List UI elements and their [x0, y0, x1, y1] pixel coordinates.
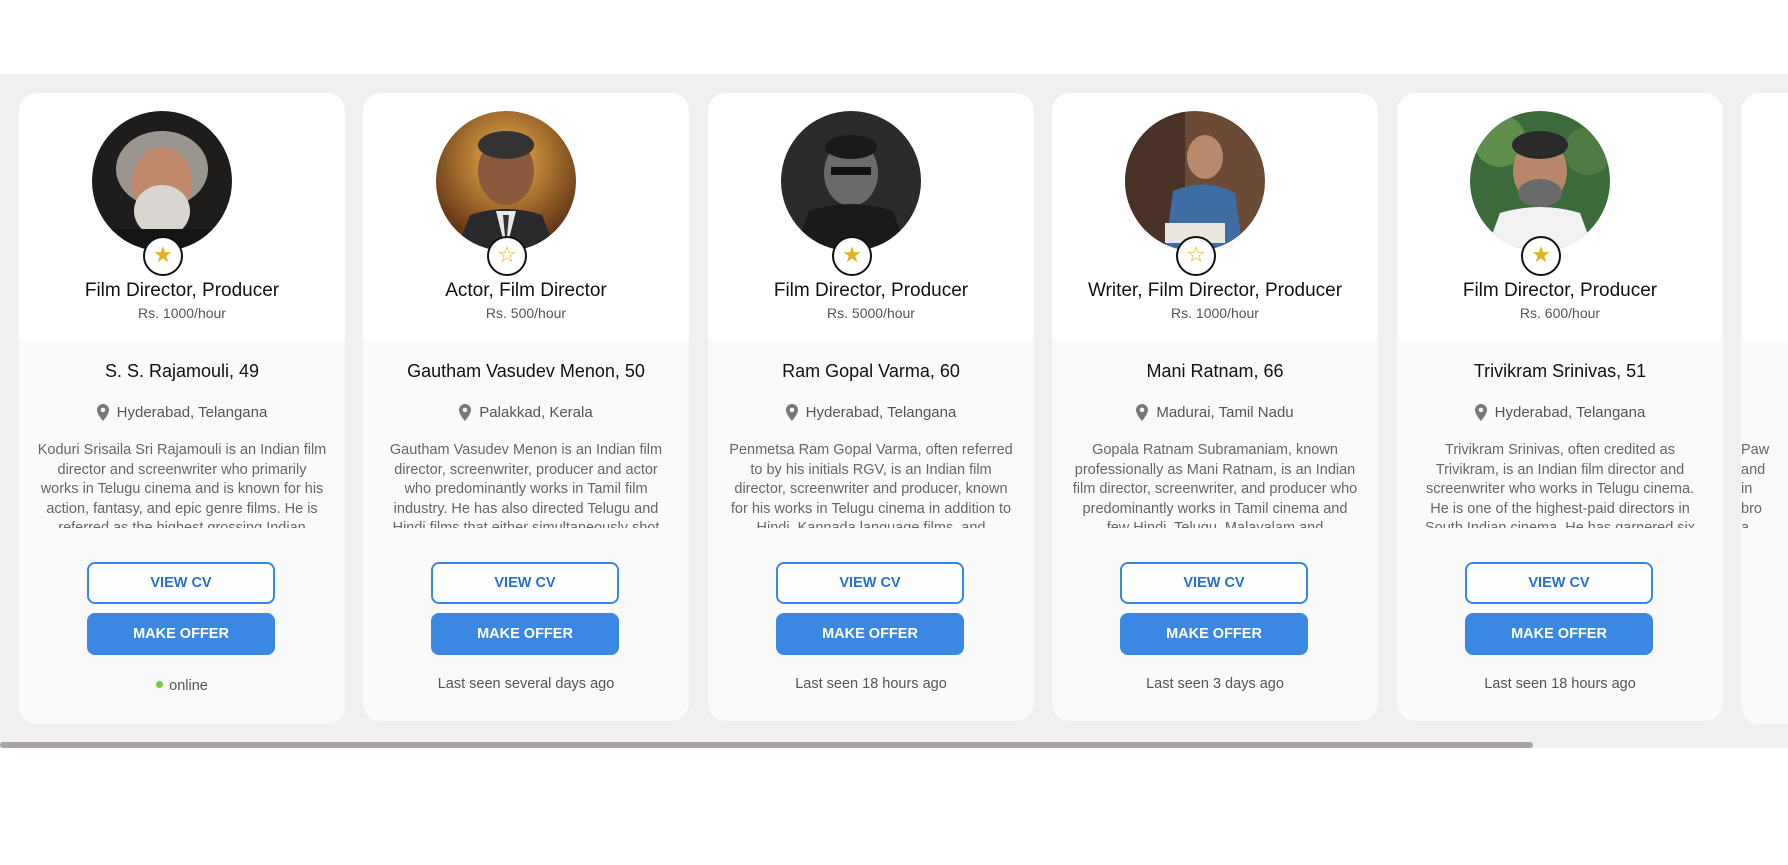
last-seen-status: Last seen 3 days ago	[1146, 676, 1284, 692]
map-pin-icon	[1136, 404, 1149, 421]
status-text: online	[169, 678, 208, 694]
avatar-photo	[781, 111, 921, 251]
make-offer-button[interactable]: MAKE OFFER	[776, 613, 964, 655]
card-header	[1741, 93, 1788, 340]
location-text: Madurai, Tamil Nadu	[1156, 404, 1294, 421]
map-pin-icon	[1474, 404, 1487, 421]
location-text: Hyderabad, Telangana	[116, 404, 268, 421]
favorite-star-icon[interactable]: ★	[143, 236, 183, 276]
map-pin-icon	[785, 404, 798, 421]
avatar[interactable]	[1470, 111, 1610, 251]
view-cv-button[interactable]: VIEW CV	[776, 562, 964, 604]
profession: Actor, Film Director	[445, 280, 607, 301]
view-cv-button[interactable]: VIEW CV	[1120, 562, 1308, 604]
map-pin-icon	[96, 404, 109, 421]
bio: Paw and in bro a	[1741, 442, 1770, 528]
make-offer-button[interactable]: MAKE OFFER	[431, 613, 619, 655]
profession: Writer, Film Director, Producer	[1087, 280, 1343, 301]
location: Madurai, Tamil Nadu	[1052, 404, 1378, 421]
profession: Film Director, Producer	[1462, 280, 1658, 301]
favorite-star-icon[interactable]: ☆	[1176, 236, 1216, 276]
last-seen-status: Last seen several days ago	[437, 676, 615, 692]
avatar-photo	[436, 111, 576, 251]
profile-card: ★ Film Director, Producer Rs. 5000/hour …	[708, 93, 1034, 721]
avatar[interactable]	[781, 111, 921, 251]
carousel-track: ★ Film Director, Producer Rs. 1000/hour …	[19, 93, 1788, 724]
bio: Gautham Vasudev Menon is an Indian film …	[389, 442, 663, 528]
location-text: Hyderabad, Telangana	[805, 404, 957, 421]
hourly-rate: Rs. 1000/hour	[1171, 305, 1259, 321]
bio: Trivikram Srinivas, often credited as Tr…	[1424, 442, 1696, 528]
profile-card: ★ Film Director, Producer Rs. 600/hour T…	[1397, 93, 1723, 721]
location-text: Hyderabad, Telangana	[1494, 404, 1646, 421]
last-seen-status: Last seen 18 hours ago	[1484, 676, 1636, 692]
profile-card: ☆ Writer, Film Director, Producer Rs. 10…	[1052, 93, 1378, 721]
location: Palakkad, Kerala	[363, 404, 689, 421]
person-name: Gautham Vasudev Menon, 50	[407, 361, 645, 381]
location-text: Palakkad, Kerala	[479, 404, 593, 421]
avatar[interactable]	[1125, 111, 1265, 251]
person-name: Mani Ratnam, 66	[1146, 361, 1284, 381]
make-offer-button[interactable]: MAKE OFFER	[87, 613, 275, 655]
person-name: S. S. Rajamouli, 49	[104, 361, 260, 381]
profession: Film Director, Producer	[84, 280, 280, 301]
location: Hyderabad, Telangana	[1397, 404, 1723, 421]
view-cv-button[interactable]: VIEW CV	[87, 562, 275, 604]
bio: Gopala Ratnam Subramaniam, known profess…	[1072, 442, 1358, 528]
bio: Penmetsa Ram Gopal Varma, often referred…	[729, 442, 1013, 528]
make-offer-button[interactable]: MAKE OFFER	[1465, 613, 1653, 655]
person-name: Trivikram Srinivas, 51	[1473, 361, 1647, 381]
map-pin-icon	[459, 404, 472, 421]
profile-card: Paw and in bro a	[1741, 93, 1788, 724]
profession: Film Director, Producer	[773, 280, 969, 301]
favorite-star-icon[interactable]: ★	[832, 236, 872, 276]
avatar-photo	[92, 111, 232, 251]
last-seen-status: Last seen 18 hours ago	[795, 676, 947, 692]
hourly-rate: Rs. 600/hour	[1519, 305, 1601, 321]
bio: Koduri Srisaila Sri Rajamouli is an Indi…	[37, 442, 327, 528]
person-name: Ram Gopal Varma, 60	[782, 361, 960, 381]
avatar[interactable]	[92, 111, 232, 251]
online-dot-icon	[156, 680, 164, 688]
avatar-photo	[1125, 111, 1265, 251]
profiles-carousel: ★ Film Director, Producer Rs. 1000/hour …	[0, 74, 1788, 747]
location: Hyderabad, Telangana	[708, 404, 1034, 421]
profile-card: ★ Film Director, Producer Rs. 1000/hour …	[19, 93, 345, 724]
avatar-photo	[1470, 111, 1610, 251]
avatar[interactable]	[436, 111, 576, 251]
horizontal-scrollbar-thumb[interactable]	[0, 742, 1533, 748]
favorite-star-icon[interactable]: ★	[1521, 236, 1561, 276]
hourly-rate: Rs. 1000/hour	[138, 305, 226, 321]
hourly-rate: Rs. 500/hour	[485, 305, 567, 321]
profile-card: ☆ Actor, Film Director Rs. 500/hour Gaut…	[363, 93, 689, 721]
online-status: online	[19, 678, 345, 694]
make-offer-button[interactable]: MAKE OFFER	[1120, 613, 1308, 655]
location: Hyderabad, Telangana	[19, 404, 345, 421]
view-cv-button[interactable]: VIEW CV	[431, 562, 619, 604]
hourly-rate: Rs. 5000/hour	[827, 305, 915, 321]
view-cv-button[interactable]: VIEW CV	[1465, 562, 1653, 604]
favorite-star-icon[interactable]: ☆	[487, 236, 527, 276]
